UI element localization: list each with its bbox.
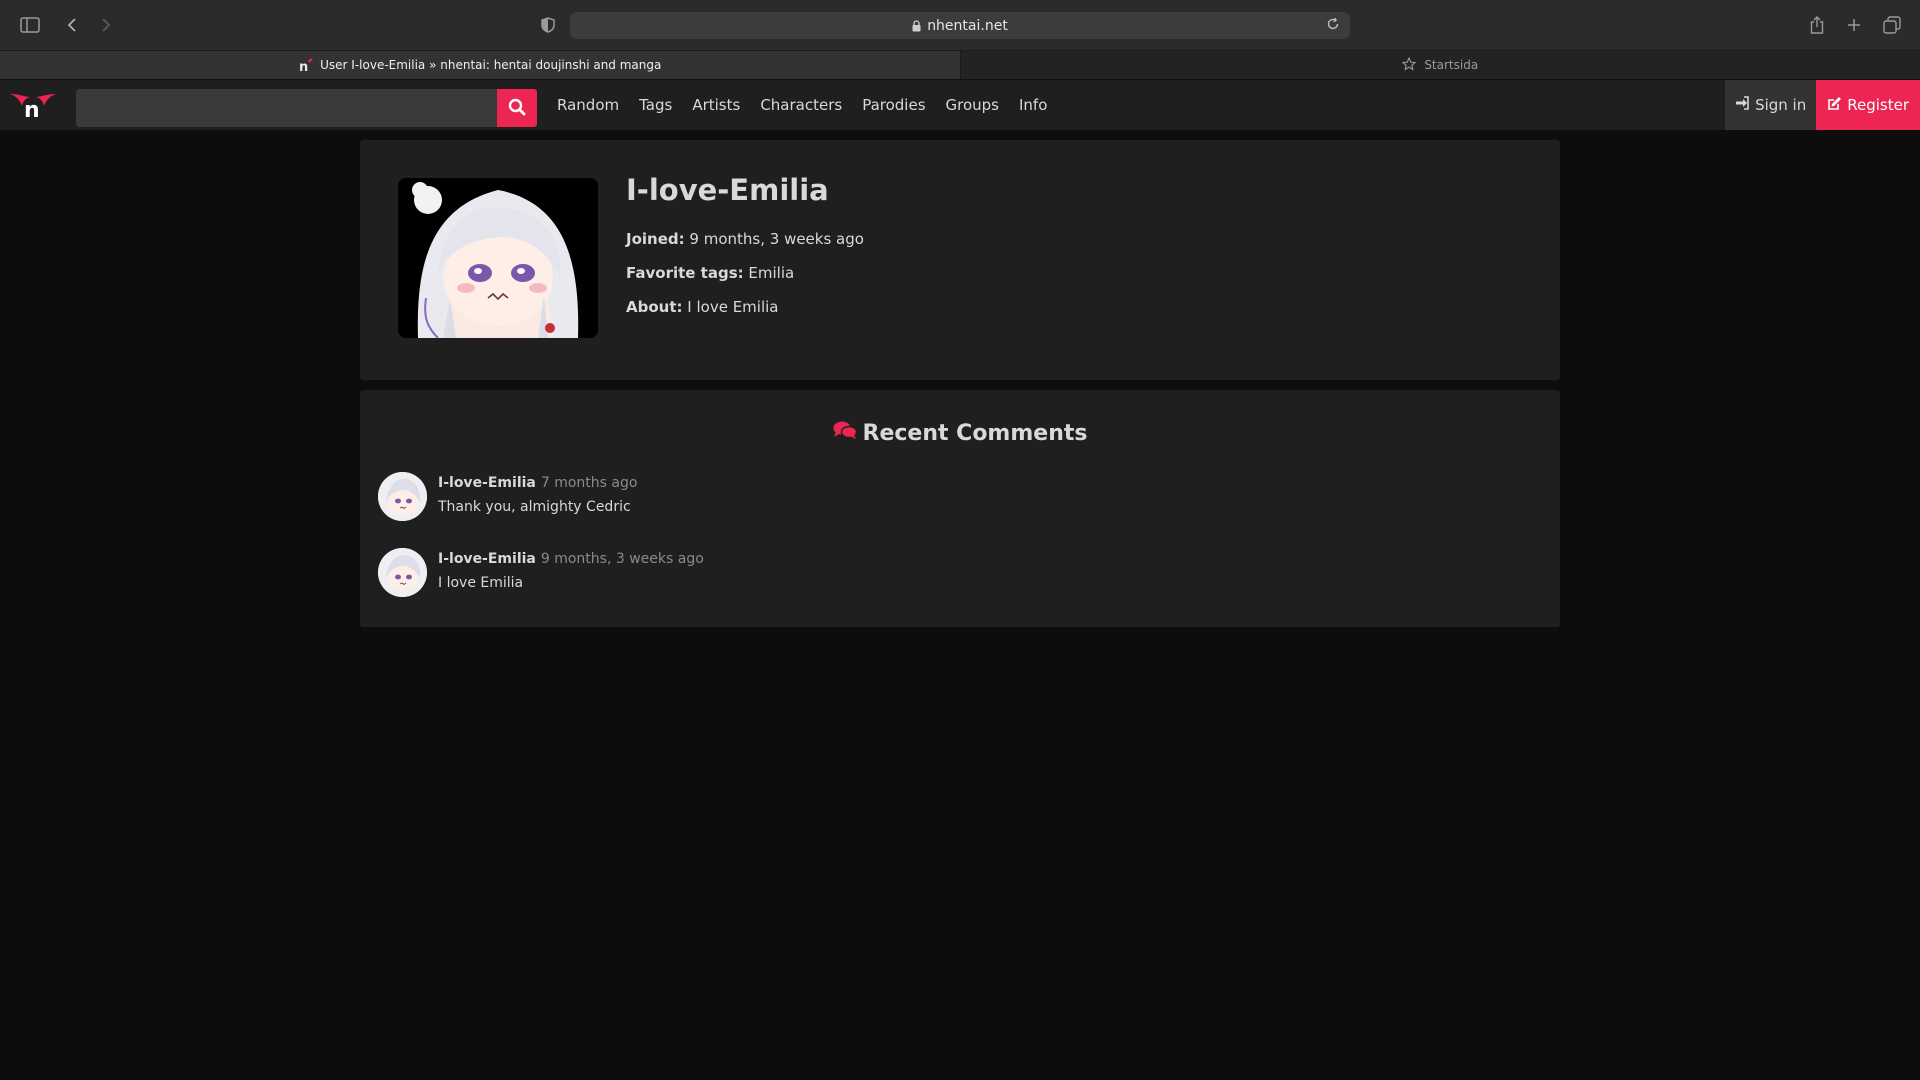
forward-icon[interactable] [94, 13, 118, 37]
menu-tags[interactable]: Tags [629, 80, 682, 130]
joined-label: Joined: [626, 230, 685, 248]
tab-title: User I-love-Emilia » nhentai: hentai dou… [320, 58, 662, 72]
star-icon [1402, 57, 1418, 73]
menu-random[interactable]: Random [547, 80, 629, 130]
about-label: About: [626, 298, 683, 316]
comment-time[interactable]: 9 months, 3 weeks ago [541, 551, 704, 567]
search-input[interactable] [76, 89, 497, 127]
menu-characters[interactable]: Characters [750, 80, 852, 130]
menu-parodies[interactable]: Parodies [852, 80, 935, 130]
search-button[interactable] [497, 89, 537, 127]
nhentai-logo[interactable]: n [8, 88, 58, 123]
comment-avatar[interactable] [378, 472, 427, 521]
profile-about: About: I love Emilia [626, 298, 864, 316]
url-text: nhentai.net [927, 17, 1008, 34]
tab-bar: n User I-love-Emilia » nhentai: hentai d… [0, 50, 1920, 80]
privacy-shield-icon[interactable] [536, 13, 560, 37]
menu-groups[interactable]: Groups [936, 80, 1009, 130]
profile-favorite-tags: Favorite tags: Emilia [626, 264, 864, 282]
favorite-tags-value: Emilia [748, 264, 795, 282]
tab-startsida[interactable]: Startsida [961, 51, 1920, 79]
joined-value: 9 months, 3 weeks ago [689, 230, 864, 248]
sidebar-toggle-icon[interactable] [18, 13, 42, 37]
comment-username[interactable]: I-love-Emilia [438, 475, 536, 491]
register-label: Register [1847, 96, 1909, 114]
comment-avatar[interactable] [378, 548, 427, 597]
profile-username: I-love-Emilia [626, 173, 829, 207]
comment-item: I-love-Emilia 7 months ago Thank you, alm… [378, 472, 637, 521]
menu-artists[interactable]: Artists [682, 80, 750, 130]
share-icon[interactable] [1805, 13, 1829, 37]
main-menu: Random Tags Artists Characters Parodies … [547, 80, 1057, 130]
address-bar[interactable]: nhentai.net [570, 12, 1350, 39]
comment-text: Thank you, almighty Cedric [438, 499, 631, 515]
back-icon[interactable] [60, 13, 84, 37]
svg-text:n: n [299, 60, 308, 73]
search-form [76, 89, 537, 127]
new-tab-icon[interactable] [1842, 13, 1866, 37]
comment-text: I love Emilia [438, 575, 524, 591]
comment-time[interactable]: 7 months ago [541, 475, 638, 491]
sign-in-label: Sign in [1755, 96, 1807, 114]
svg-text:n: n [24, 98, 40, 122]
search-icon [508, 98, 526, 119]
lock-icon [912, 19, 921, 32]
sign-in-icon [1735, 96, 1755, 114]
recent-comments-card: Recent Comments I-love-Emilia 7 months ag… [360, 390, 1560, 627]
nhentai-favicon-icon: n [298, 57, 314, 73]
auth-buttons: Sign in Register [1725, 80, 1920, 130]
comment-content: I-love-Emilia 9 months, 3 weeks ago I lov… [438, 548, 704, 597]
reload-icon[interactable] [1326, 17, 1340, 31]
comment-content: I-love-Emilia 7 months ago Thank you, alm… [438, 472, 637, 521]
user-avatar [398, 178, 598, 338]
favorite-tags-label: Favorite tags: [626, 264, 744, 282]
tab-title: Startsida [1424, 58, 1479, 72]
register-button[interactable]: Register [1816, 80, 1920, 130]
about-value: I love Emilia [687, 298, 779, 316]
menu-info[interactable]: Info [1009, 80, 1057, 130]
user-profile-card: I-love-Emilia Joined: 9 months, 3 weeks … [360, 140, 1560, 380]
tab-nhentai-user[interactable]: n User I-love-Emilia » nhentai: hentai d… [0, 51, 961, 79]
browser-toolbar: nhentai.net [0, 0, 1920, 50]
site-navbar: n Random Tags Artists Characters Parodie… [0, 80, 1920, 130]
tab-overview-icon[interactable] [1880, 13, 1904, 37]
sign-in-button[interactable]: Sign in [1725, 80, 1817, 130]
recent-comments-title: Recent Comments [862, 420, 1088, 446]
comments-icon [833, 420, 863, 446]
profile-info: I-love-Emilia Joined: 9 months, 3 weeks … [626, 170, 864, 332]
comment-username[interactable]: I-love-Emilia [438, 551, 536, 567]
profile-joined: Joined: 9 months, 3 weeks ago [626, 230, 864, 248]
edit-icon [1827, 96, 1847, 115]
comment-item: I-love-Emilia 9 months, 3 weeks ago I lov… [378, 548, 704, 597]
recent-comments-heading: Recent Comments [360, 420, 1560, 446]
